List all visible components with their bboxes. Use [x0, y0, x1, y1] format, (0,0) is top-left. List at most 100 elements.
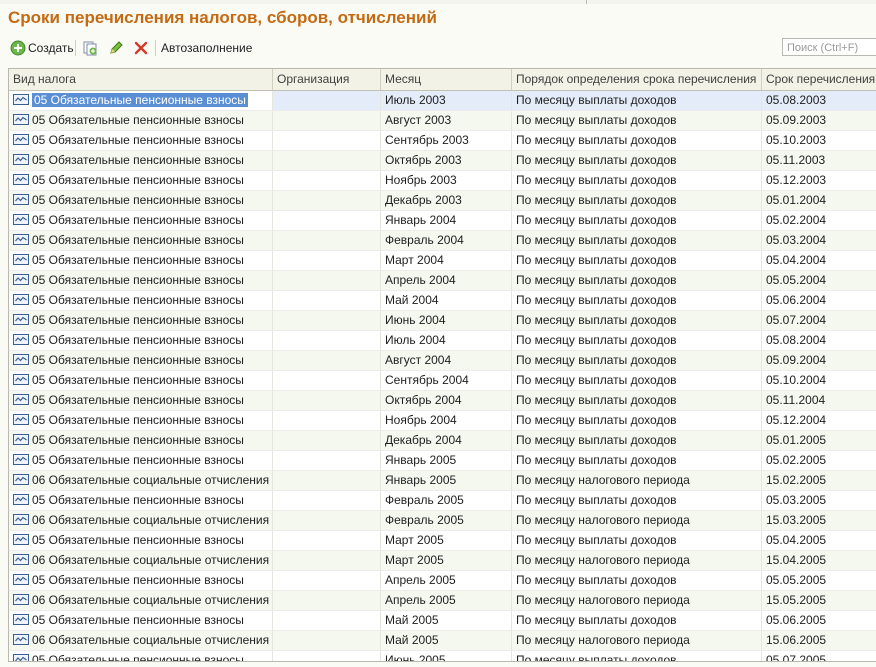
- table-row[interactable]: 05 Обязательные пенсионные взносы Март 2…: [9, 531, 876, 551]
- edit-button[interactable]: [108, 37, 124, 59]
- table-row[interactable]: 05 Обязательные пенсионные взносы Апрель…: [9, 271, 876, 291]
- table-row[interactable]: 05 Обязательные пенсионные взносы Май 20…: [9, 291, 876, 311]
- table-row[interactable]: 05 Обязательные пенсионные взносы Июнь 2…: [9, 311, 876, 331]
- cell-month: Март 2005: [381, 551, 512, 570]
- tax-record-icon: [13, 554, 29, 565]
- table-row[interactable]: 05 Обязательные пенсионные взносы Сентяб…: [9, 371, 876, 391]
- cell-tax-type: 05 Обязательные пенсионные взносы: [9, 431, 273, 450]
- table-row[interactable]: 05 Обязательные пенсионные взносы Июль 2…: [9, 331, 876, 351]
- cell-due-date: 05.07.2004: [766, 313, 827, 327]
- cell-tax-type: 05 Обязательные пенсионные взносы: [9, 131, 273, 150]
- cell-tax-type: 05 Обязательные пенсионные взносы: [9, 371, 273, 390]
- cell-organization: [273, 191, 381, 210]
- table-row[interactable]: 05 Обязательные пенсионные взносы Ноябрь…: [9, 411, 876, 431]
- cell-due-date: 05.11.2004: [766, 393, 826, 407]
- cell-organization: [273, 391, 381, 410]
- cell-month: Декабрь 2003: [381, 191, 512, 210]
- table-row[interactable]: 05 Обязательные пенсионные взносы Апрель…: [9, 571, 876, 591]
- cell-month: Апрель 2005: [381, 571, 512, 590]
- tax-record-icon: [13, 194, 29, 205]
- column-header-due-date[interactable]: Срок перечисления: [762, 69, 876, 90]
- table-row[interactable]: 05 Обязательные пенсионные взносы Декабр…: [9, 191, 876, 211]
- tax-record-icon: [13, 94, 29, 105]
- search-input[interactable]: Поиск (Ctrl+F): [782, 38, 876, 56]
- cell-due-date: 05.09.2003: [766, 113, 827, 127]
- cell-deadline-rule: По месяцу налогового периода: [512, 511, 762, 530]
- cell-organization: [273, 471, 381, 490]
- table-row[interactable]: 05 Обязательные пенсионные взносы Июль 2…: [9, 91, 876, 111]
- delete-button[interactable]: [133, 37, 149, 59]
- column-header-tax-type[interactable]: Вид налога: [9, 69, 273, 90]
- tax-record-icon: [13, 234, 29, 245]
- table-row[interactable]: 05 Обязательные пенсионные взносы Август…: [9, 111, 876, 131]
- tax-record-icon: [13, 114, 29, 125]
- toolbar: Создать Автозаполнение: [0, 37, 876, 59]
- table-row[interactable]: 05 Обязательные пенсионные взносы Октябр…: [9, 151, 876, 171]
- table-row[interactable]: 05 Обязательные пенсионные взносы Январь…: [9, 211, 876, 231]
- cell-deadline-rule: По месяцу налогового периода: [512, 471, 762, 490]
- column-header-organization[interactable]: Организация: [273, 69, 381, 90]
- cell-deadline-rule: По месяцу выплаты доходов: [512, 391, 762, 410]
- table-row[interactable]: 05 Обязательные пенсионные взносы Январь…: [9, 451, 876, 471]
- cell-due-date: 05.05.2005: [766, 573, 827, 587]
- cell-month: Декабрь 2004: [381, 431, 512, 450]
- table-row[interactable]: 06 Обязательные социальные отчисления Ма…: [9, 631, 876, 651]
- cell-tax-type: 05 Обязательные пенсионные взносы: [9, 491, 273, 510]
- tax-record-icon: [13, 634, 29, 645]
- tax-record-icon: [13, 134, 29, 145]
- cell-due-date: 05.08.2004: [766, 333, 827, 347]
- cell-organization: [273, 171, 381, 190]
- cell-due-date: 05.02.2005: [766, 453, 827, 467]
- table-row[interactable]: 05 Обязательные пенсионные взносы Август…: [9, 351, 876, 371]
- create-button[interactable]: Создать: [10, 37, 74, 59]
- table-row[interactable]: 05 Обязательные пенсионные взносы Феврал…: [9, 491, 876, 511]
- cell-deadline-rule: По месяцу выплаты доходов: [512, 171, 762, 190]
- table-row[interactable]: 06 Обязательные социальные отчисления Ян…: [9, 471, 876, 491]
- cell-deadline-rule: По месяцу выплаты доходов: [512, 371, 762, 390]
- cell-tax-type: 06 Обязательные социальные отчисления: [9, 471, 273, 490]
- cell-month: Август 2004: [381, 351, 512, 370]
- table-row[interactable]: 05 Обязательные пенсионные взносы Март 2…: [9, 251, 876, 271]
- table-row[interactable]: 05 Обязательные пенсионные взносы Декабр…: [9, 431, 876, 451]
- autofill-button-label: Автозаполнение: [161, 41, 253, 55]
- cell-month: Май 2004: [381, 291, 512, 310]
- table-row[interactable]: 05 Обязательные пенсионные взносы Октябр…: [9, 391, 876, 411]
- column-header-deadline-rule[interactable]: Порядок определения срока перечисления: [512, 69, 762, 90]
- table-row[interactable]: 05 Обязательные пенсионные взносы Феврал…: [9, 231, 876, 251]
- tax-record-icon: [13, 514, 29, 525]
- cell-organization: [273, 371, 381, 390]
- cell-month: Февраль 2004: [381, 231, 512, 250]
- cell-organization: [273, 231, 381, 250]
- cell-due-date: 15.06.2005: [766, 633, 827, 647]
- cell-month: Июнь 2005: [381, 651, 512, 661]
- cell-organization: [273, 111, 381, 130]
- cell-deadline-rule: По месяцу выплаты доходов: [512, 411, 762, 430]
- table-row[interactable]: 05 Обязательные пенсионные взносы Июнь 2…: [9, 651, 876, 661]
- cell-organization: [273, 251, 381, 270]
- cell-tax-type: 05 Обязательные пенсионные взносы: [9, 291, 273, 310]
- cell-organization: [273, 211, 381, 230]
- copy-button[interactable]: [82, 37, 98, 59]
- cell-organization: [273, 451, 381, 470]
- toolbar-separator: [155, 40, 156, 56]
- table-row[interactable]: 05 Обязательные пенсионные взносы Сентяб…: [9, 131, 876, 151]
- cell-deadline-rule: По месяцу выплаты доходов: [512, 531, 762, 550]
- table-row[interactable]: 06 Обязательные социальные отчисления Ап…: [9, 591, 876, 611]
- cell-due-date: 05.03.2004: [766, 233, 827, 247]
- delete-x-icon: [134, 41, 148, 55]
- cell-tax-type: 05 Обязательные пенсионные взносы: [9, 451, 273, 470]
- table-row[interactable]: 06 Обязательные социальные отчисления Фе…: [9, 511, 876, 531]
- cell-month: Ноябрь 2004: [381, 411, 512, 430]
- table-row[interactable]: 06 Обязательные социальные отчисления Ма…: [9, 551, 876, 571]
- table-row[interactable]: 05 Обязательные пенсионные взносы Май 20…: [9, 611, 876, 631]
- tax-record-icon: [13, 454, 29, 465]
- cell-deadline-rule: По месяцу выплаты доходов: [512, 191, 762, 210]
- cell-tax-type: 05 Обязательные пенсионные взносы: [9, 531, 273, 550]
- cell-deadline-rule: По месяцу выплаты доходов: [512, 431, 762, 450]
- cell-month: Март 2004: [381, 251, 512, 270]
- tax-record-icon: [13, 434, 29, 445]
- column-header-month[interactable]: Месяц: [381, 69, 512, 90]
- autofill-button[interactable]: Автозаполнение: [161, 37, 252, 59]
- cell-month: Апрель 2005: [381, 591, 512, 610]
- table-row[interactable]: 05 Обязательные пенсионные взносы Ноябрь…: [9, 171, 876, 191]
